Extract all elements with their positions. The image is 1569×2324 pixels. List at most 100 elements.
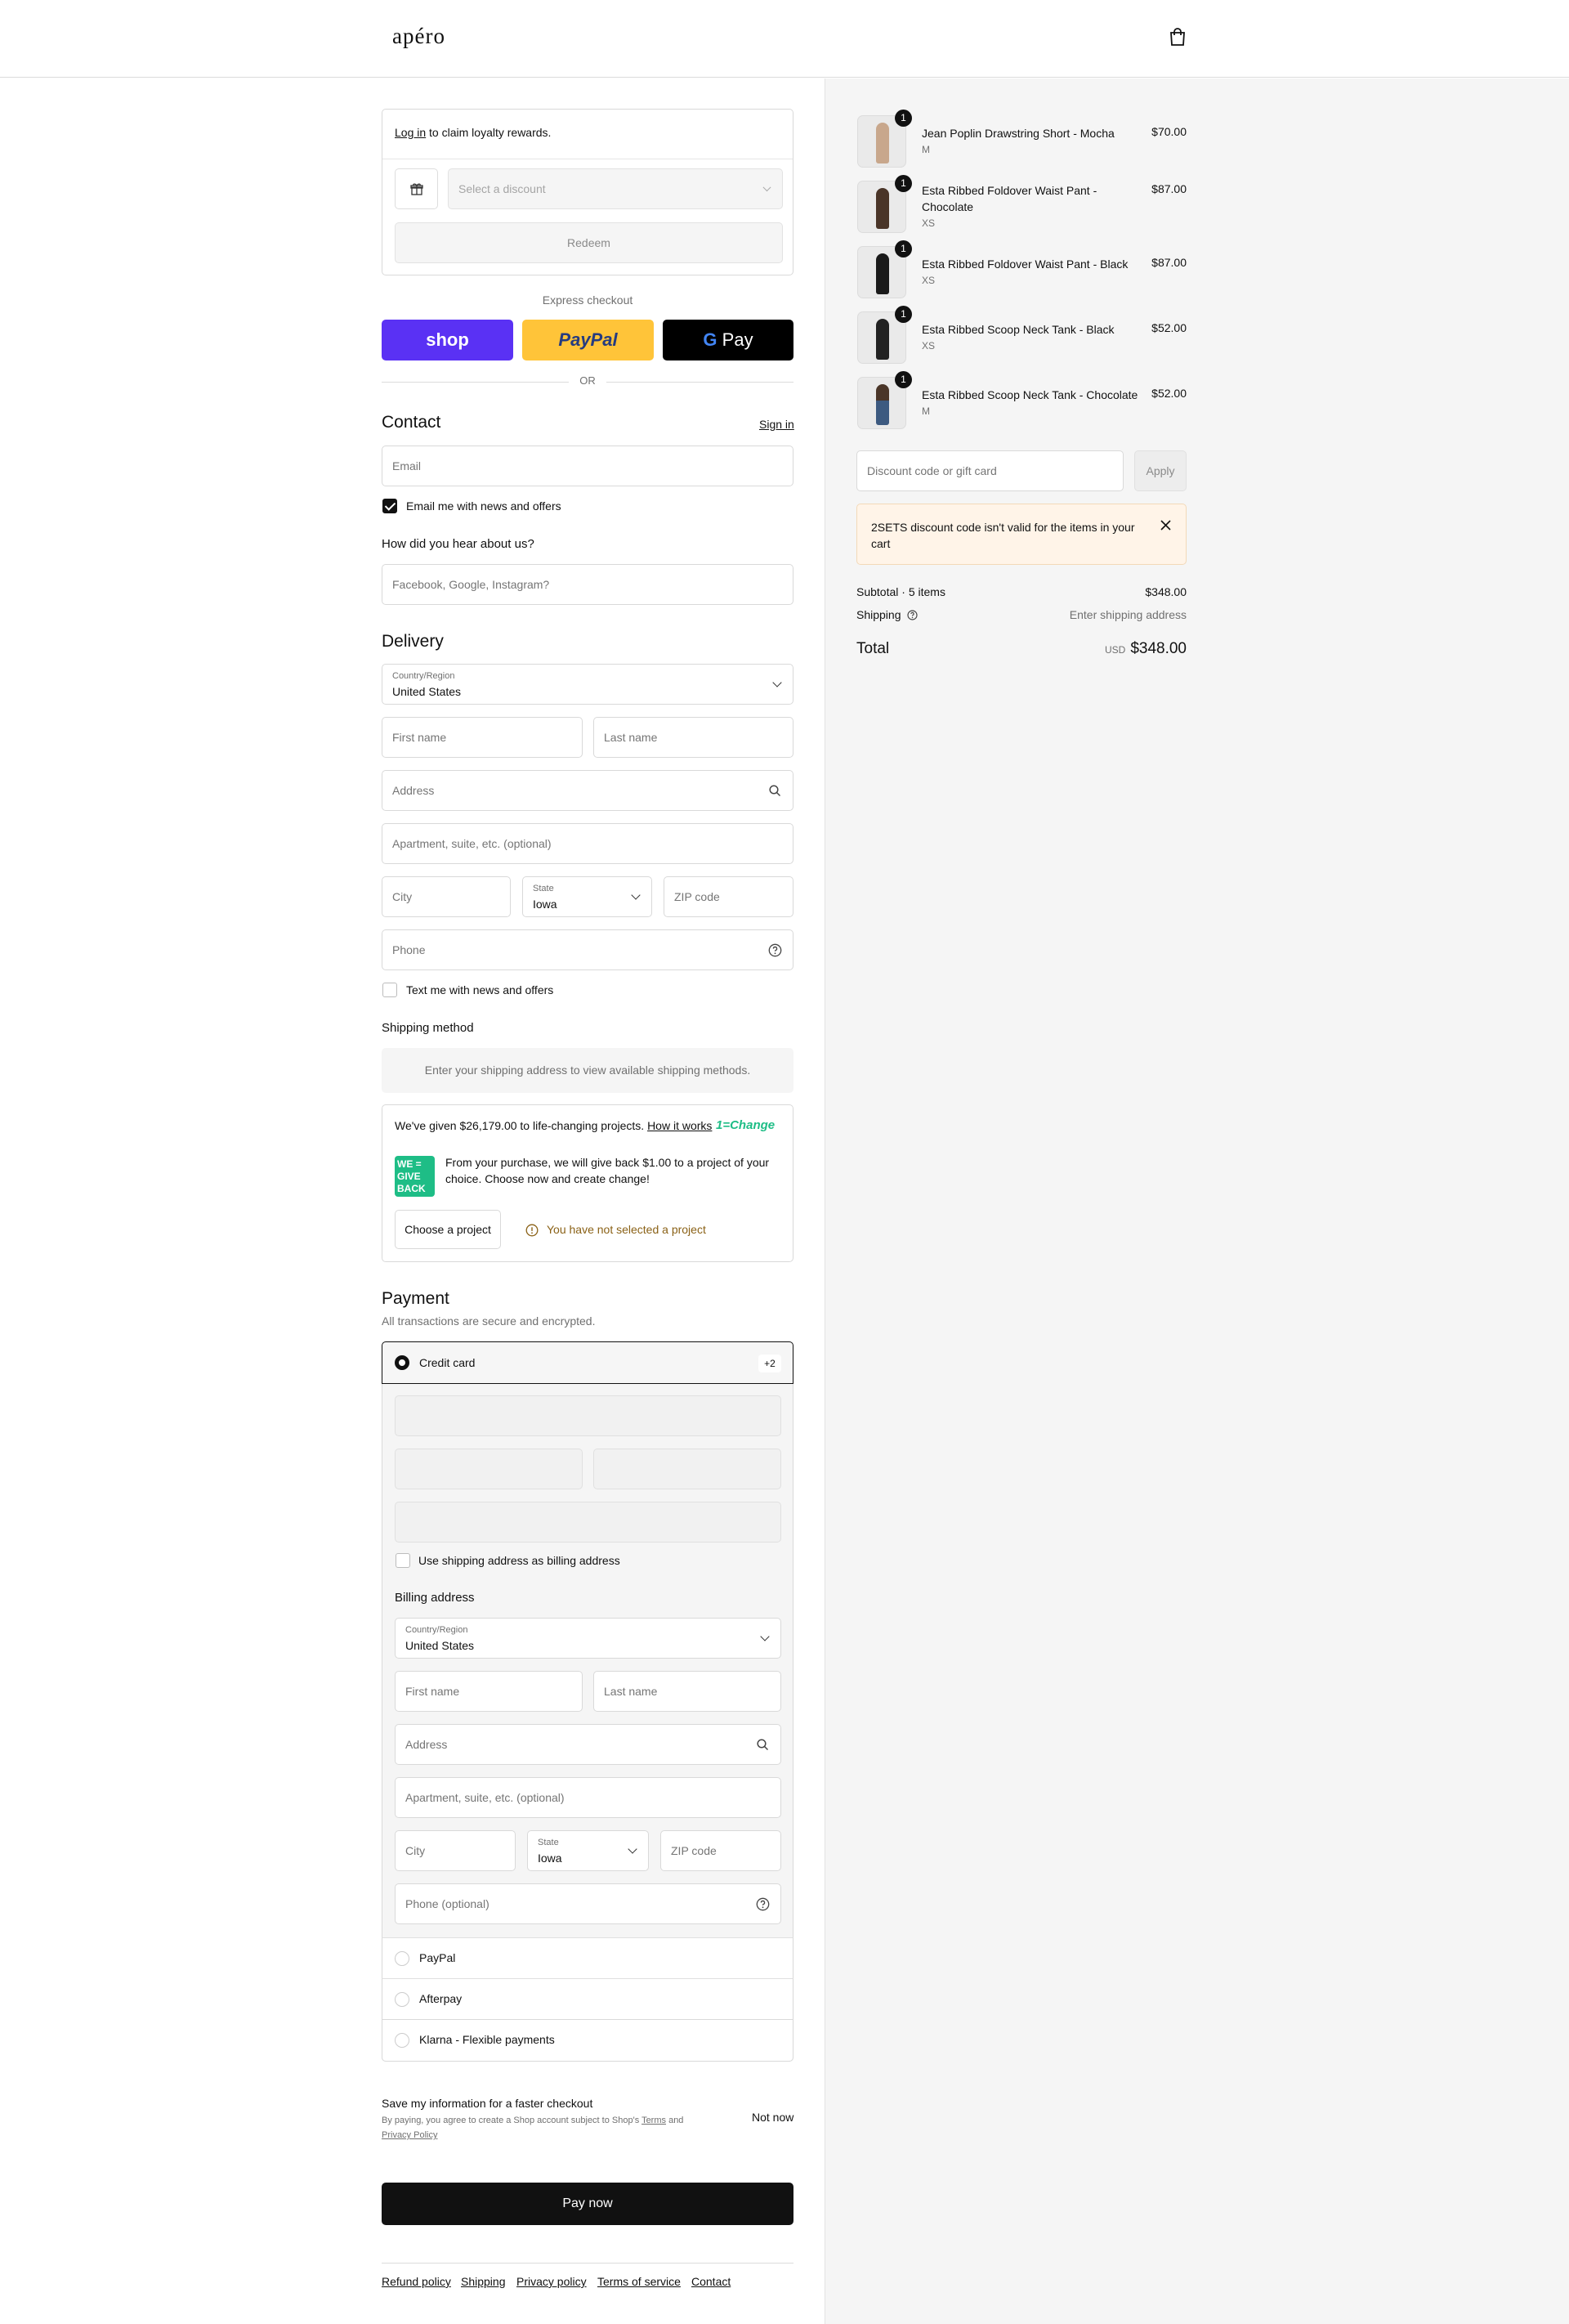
paypal-option[interactable]: PayPal bbox=[382, 1937, 793, 1978]
subtotal-value: $348.00 bbox=[1145, 585, 1187, 598]
header: apéro bbox=[0, 0, 1569, 78]
klarna-option[interactable]: Klarna - Flexible payments bbox=[382, 2019, 793, 2062]
discount-error-text: 2SETS discount code isn't valid for the … bbox=[871, 521, 1135, 550]
card-security-field[interactable] bbox=[593, 1449, 781, 1489]
chevron-down-icon bbox=[762, 183, 771, 192]
item-variant: XS bbox=[922, 275, 936, 286]
billing-address-field[interactable]: Address bbox=[395, 1724, 781, 1765]
billing-city-field[interactable]: City bbox=[395, 1830, 516, 1871]
item-variant: XS bbox=[922, 340, 936, 352]
project-warning: You have not selected a project bbox=[547, 1223, 706, 1236]
text-news-checkbox[interactable] bbox=[382, 983, 397, 997]
google-g-icon: G bbox=[703, 329, 717, 350]
donation-total-text: We've given $26,179.00 to life-changing … bbox=[395, 1119, 713, 1132]
billing-state-select[interactable]: State Iowa bbox=[527, 1830, 649, 1871]
billing-country-select[interactable]: Country/Region United States bbox=[395, 1618, 781, 1659]
credit-card-option[interactable]: Credit card +2 bbox=[382, 1341, 793, 1384]
close-icon[interactable] bbox=[1160, 520, 1171, 531]
apply-button[interactable]: Apply bbox=[1134, 450, 1187, 491]
afterpay-radio[interactable] bbox=[395, 1992, 409, 2007]
google-pay-button[interactable]: G Pay bbox=[663, 320, 793, 360]
email-field[interactable]: Email bbox=[382, 446, 793, 486]
chevron-down-icon bbox=[772, 678, 782, 687]
shipping-policy-link[interactable]: Shipping bbox=[461, 2275, 506, 2288]
billing-apartment-field[interactable]: Apartment, suite, etc. (optional) bbox=[395, 1777, 781, 1818]
item-variant: M bbox=[922, 405, 930, 417]
terms-of-service-link[interactable]: Terms of service bbox=[597, 2275, 681, 2288]
product-thumbnail: 1 bbox=[857, 371, 912, 429]
pay-now-button[interactable]: Pay now bbox=[382, 2183, 793, 2225]
chevron-down-icon bbox=[628, 1844, 637, 1854]
total-label: Total bbox=[856, 640, 890, 657]
gift-icon-box bbox=[395, 168, 438, 209]
last-name-field[interactable]: Last name bbox=[593, 717, 793, 758]
quantity-badge: 1 bbox=[895, 240, 912, 257]
refund-policy-link[interactable]: Refund policy bbox=[382, 2275, 451, 2288]
billing-last-name-field[interactable]: Last name bbox=[593, 1671, 781, 1712]
phone-field[interactable]: Phone bbox=[382, 929, 793, 970]
shop-pay-button[interactable]: shop bbox=[382, 320, 513, 360]
shipping-value: Enter shipping address bbox=[1069, 608, 1187, 621]
first-name-field[interactable]: First name bbox=[382, 717, 583, 758]
express-checkout-title: Express checkout bbox=[542, 293, 633, 307]
choose-project-button[interactable]: Choose a project bbox=[395, 1210, 501, 1249]
donation-description: From your purchase, we will give back $1… bbox=[445, 1156, 770, 1185]
discount-select[interactable]: Select a discount bbox=[448, 168, 783, 209]
redeem-button[interactable]: Redeem bbox=[395, 222, 783, 263]
use-shipping-checkbox[interactable] bbox=[396, 1553, 410, 1568]
card-expiry-field[interactable] bbox=[395, 1449, 583, 1489]
or-label: OR bbox=[579, 374, 596, 387]
city-field[interactable]: City bbox=[382, 876, 511, 917]
search-icon bbox=[769, 785, 781, 797]
privacy-link[interactable]: Privacy Policy bbox=[382, 2130, 437, 2140]
how-it-works-link[interactable]: How it works bbox=[647, 1119, 712, 1132]
product-thumbnail: 1 bbox=[857, 306, 912, 364]
quantity-badge: 1 bbox=[895, 110, 912, 127]
klarna-radio[interactable] bbox=[395, 2033, 409, 2048]
billing-zip-field[interactable]: ZIP code bbox=[660, 1830, 781, 1871]
email-news-label: Email me with news and offers bbox=[406, 499, 561, 513]
discount-code-field[interactable]: Discount code or gift card bbox=[856, 450, 1124, 491]
shopping-bag-icon[interactable] bbox=[1169, 27, 1187, 47]
discount-error: 2SETS discount code isn't valid for the … bbox=[856, 504, 1187, 565]
paypal-button[interactable]: PayPal bbox=[522, 320, 654, 360]
billing-phone-field[interactable]: Phone (optional) bbox=[395, 1883, 781, 1924]
card-number-field[interactable] bbox=[395, 1395, 781, 1436]
address-field[interactable]: Address bbox=[382, 770, 793, 811]
country-select[interactable]: Country/Region United States bbox=[382, 664, 793, 705]
contact-link[interactable]: Contact bbox=[691, 2275, 731, 2288]
state-select[interactable]: State Iowa bbox=[522, 876, 652, 917]
email-news-checkbox[interactable] bbox=[382, 499, 397, 513]
search-icon bbox=[757, 1739, 769, 1751]
billing-first-name-field[interactable]: First name bbox=[395, 1671, 583, 1712]
hear-about-field[interactable]: Facebook, Google, Instagram? bbox=[382, 564, 793, 605]
card-name-field[interactable] bbox=[395, 1502, 781, 1543]
terms-link[interactable]: Terms bbox=[641, 2116, 666, 2125]
credit-card-radio[interactable] bbox=[395, 1355, 409, 1370]
shipping-method-box: Enter your shipping address to view avai… bbox=[382, 1048, 793, 1093]
sign-in-link[interactable]: Sign in bbox=[759, 418, 794, 431]
help-icon[interactable] bbox=[756, 1897, 770, 1911]
zip-field[interactable]: ZIP code bbox=[664, 876, 793, 917]
or-divider-right bbox=[606, 382, 793, 383]
not-now-button[interactable]: Not now bbox=[752, 2111, 793, 2124]
afterpay-option[interactable]: Afterpay bbox=[382, 1978, 793, 2019]
text-news-label: Text me with news and offers bbox=[406, 983, 554, 996]
help-icon[interactable] bbox=[768, 943, 782, 957]
login-link[interactable]: Log in bbox=[395, 126, 426, 139]
brand-logo[interactable]: apéro bbox=[392, 24, 445, 49]
privacy-policy-link[interactable]: Privacy policy bbox=[516, 2275, 587, 2288]
item-price: $52.00 bbox=[1151, 321, 1187, 334]
quantity-badge: 1 bbox=[895, 306, 912, 323]
save-info-legal: By paying, you agree to create a Shop ac… bbox=[382, 2116, 684, 2140]
save-info-title: Save my information for a faster checkou… bbox=[382, 2097, 593, 2110]
paypal-radio[interactable] bbox=[395, 1951, 409, 1966]
item-name: Esta Ribbed Foldover Waist Pant - Black bbox=[922, 257, 1129, 271]
help-icon[interactable] bbox=[907, 610, 918, 620]
chevron-down-icon bbox=[631, 890, 641, 900]
item-name: Esta Ribbed Scoop Neck Tank - Chocolate bbox=[922, 388, 1138, 401]
credit-card-label: Credit card bbox=[419, 1356, 476, 1369]
loyalty-message: Log in to claim loyalty rewards. bbox=[395, 126, 552, 139]
apartment-field[interactable]: Apartment, suite, etc. (optional) bbox=[382, 823, 793, 864]
loyalty-box: Log in to claim loyalty rewards. Select … bbox=[382, 109, 793, 275]
